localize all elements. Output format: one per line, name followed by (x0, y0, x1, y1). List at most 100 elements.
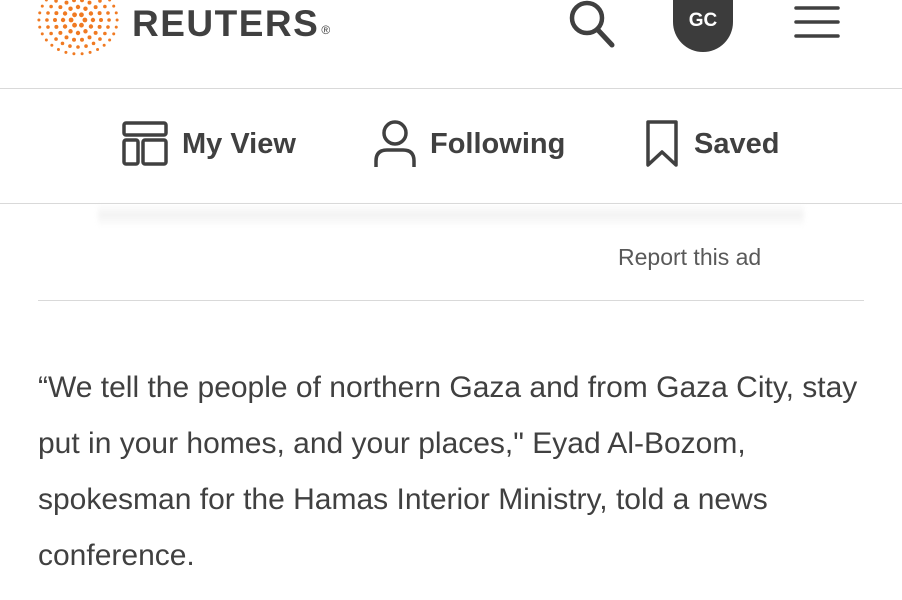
logo-dot (103, 4, 107, 9)
logo-dot (83, 6, 88, 11)
logo-dot (72, 0, 77, 3)
brand-name-text: REUTERS (132, 3, 320, 44)
avatar-initials: GC (688, 10, 718, 31)
logo-dot (64, 50, 68, 54)
page: REUTERS ® GC My View Following Saved Rep… (0, 0, 902, 600)
bookmark-icon (646, 120, 678, 167)
logo-dot (46, 25, 50, 29)
logo-dot (83, 29, 88, 34)
logo-dot (53, 18, 57, 22)
logo-dot (68, 44, 72, 48)
logo-dot (106, 25, 110, 29)
nav-saved[interactable]: Saved (644, 117, 779, 171)
logo-dot (64, 35, 69, 40)
search-button[interactable] (560, 0, 624, 52)
nav-saved-label: Saved (694, 127, 780, 160)
logo-dot (40, 32, 44, 36)
logo-dot (72, 12, 77, 18)
logo-dot (72, 37, 77, 42)
logo-dot (54, 0, 58, 3)
logo-dot (98, 0, 102, 3)
hamburger-menu-icon (794, 6, 840, 38)
nav-my-view-label: My View (182, 127, 296, 160)
logo-dot (68, 6, 73, 11)
article-paragraph: “We tell the people of northern Gaza and… (38, 371, 858, 572)
logo-dot (37, 18, 41, 22)
logo-dot (79, 12, 84, 18)
logo-dot (87, 0, 92, 5)
logo-dot (108, 38, 112, 42)
logo-dot (50, 43, 54, 47)
logo-dot (88, 11, 94, 16)
logo-dot (102, 43, 106, 47)
registered-mark: ® (321, 23, 332, 37)
logo-dot (68, 29, 73, 34)
logo-dot (98, 37, 102, 41)
logo-dot (68, 17, 74, 23)
logo-dot (46, 11, 50, 15)
logo-dot (97, 11, 102, 16)
personal-nav-bar: My View Following Saved (0, 89, 902, 204)
logo-dot (93, 30, 98, 35)
logo-dot (54, 11, 59, 16)
logo-dot (108, 0, 112, 2)
person-icon (374, 120, 416, 167)
ad-placeholder (98, 203, 804, 227)
logo-dot (60, 41, 65, 46)
logo-dot (79, 22, 84, 28)
logo-dot (96, 47, 100, 51)
logo-dot (72, 52, 76, 56)
logo-dot (76, 45, 80, 49)
site-header: REUTERS ® GC (0, 0, 902, 89)
user-avatar-button[interactable]: GC (673, 0, 733, 52)
logo-dot (75, 4, 81, 10)
search-icon (569, 0, 615, 48)
logo-dot (82, 17, 88, 23)
logo-dot (62, 11, 68, 16)
logo-dot (114, 11, 118, 15)
logo-dot (112, 4, 116, 8)
divider (38, 300, 864, 301)
logo-dot (87, 35, 92, 40)
logo-dot (107, 18, 111, 22)
brand-wordmark[interactable]: REUTERS ® (132, 2, 332, 46)
logo-dot (114, 25, 118, 29)
logo-dot (58, 30, 63, 35)
logo-dot (38, 11, 42, 15)
logo-dot (75, 30, 81, 36)
report-ad-link[interactable]: Report this ad (618, 244, 761, 271)
nav-my-view[interactable]: My View (122, 117, 296, 171)
logo-dot (49, 31, 53, 36)
nav-following[interactable]: Following (372, 117, 565, 171)
logo-dot (115, 18, 119, 22)
logo-dot (44, 38, 48, 42)
logo-dot (84, 44, 88, 48)
logo-dot (88, 50, 92, 54)
logo-dot (80, 52, 84, 56)
logo-dot (49, 4, 53, 9)
logo-dot (64, 0, 69, 5)
reuters-logo-icon[interactable] (36, 0, 120, 58)
logo-dot (97, 24, 102, 29)
logo-dot (44, 0, 48, 2)
logo-dot (93, 5, 98, 10)
menu-button[interactable] (790, 0, 846, 52)
logo-dot (72, 22, 77, 28)
logo-dot (79, 37, 84, 42)
logo-dot (56, 47, 60, 51)
layout-icon (122, 121, 168, 166)
nav-following-label: Following (430, 127, 566, 160)
logo-dot (90, 17, 96, 23)
logo-dot (54, 37, 58, 41)
logo-dot (103, 31, 107, 36)
logo-dot (79, 0, 84, 3)
logo-dot (112, 32, 116, 36)
logo-dot (99, 18, 103, 22)
logo-dot (88, 24, 94, 29)
logo-dot (91, 41, 96, 46)
logo-dot (45, 18, 49, 22)
logo-dot (54, 24, 59, 29)
logo-dot (38, 25, 42, 29)
logo-dot (60, 17, 66, 23)
logo-dot (58, 5, 63, 10)
